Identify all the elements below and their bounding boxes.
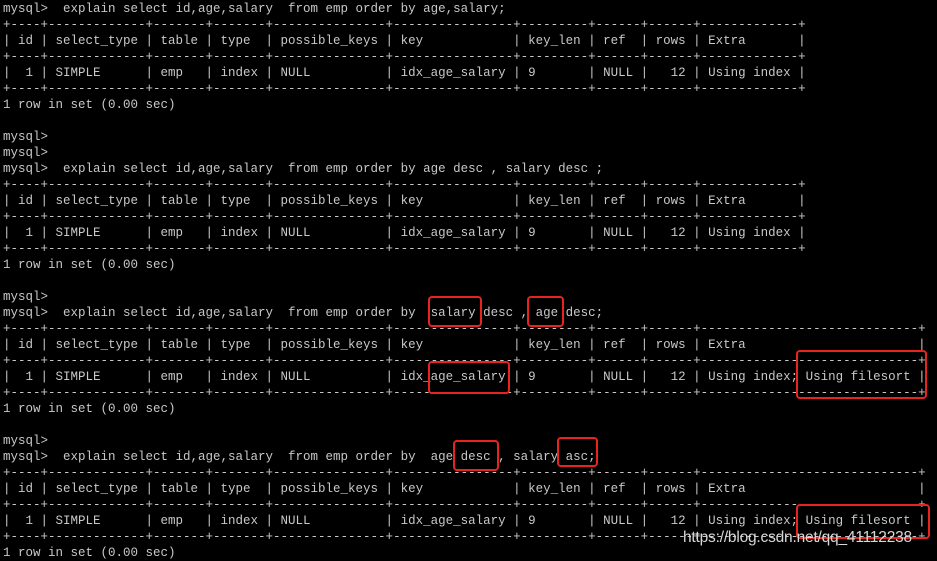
highlight-box-age xyxy=(527,296,564,327)
output-line: 1 row in set (0.00 sec) xyxy=(3,546,176,560)
terminal-output[interactable]: mysql> explain select id,age,salary from… xyxy=(3,1,926,561)
table-row: | 1 | SIMPLE | emp | index | NULL | idx_… xyxy=(3,66,806,80)
watermark: https://blog.csdn.net/qq_41112238 xyxy=(683,529,912,546)
table-row: | id | select_type | table | type | poss… xyxy=(3,34,806,48)
table-row: | 1 | SIMPLE | emp | index | NULL | idx_… xyxy=(3,226,806,240)
output-line: 1 row in set (0.00 sec) xyxy=(3,98,176,112)
prompt-line: mysql> explain select id,age,salary from… xyxy=(3,2,506,16)
table-border: +----+-------------+-------+-------+----… xyxy=(3,178,806,192)
prompt-line: mysql> xyxy=(3,146,49,160)
highlight-box-filesort-1 xyxy=(796,350,927,399)
table-row: | 1 | SIMPLE | emp | index | NULL | idx_… xyxy=(3,514,926,528)
table-border: +----+-------------+-------+-------+----… xyxy=(3,210,806,224)
table-row: | id | select_type | table | type | poss… xyxy=(3,482,926,496)
output-line: 1 row in set (0.00 sec) xyxy=(3,258,176,272)
table-row: | id | select_type | table | type | poss… xyxy=(3,194,806,208)
output-line: 1 row in set (0.00 sec) xyxy=(3,402,176,416)
table-border: +----+-------------+-------+-------+----… xyxy=(3,498,926,512)
table-row: | id | select_type | table | type | poss… xyxy=(3,338,926,352)
highlight-box-desc xyxy=(453,440,499,471)
table-border: +----+-------------+-------+-------+----… xyxy=(3,18,806,32)
prompt-line: mysql> xyxy=(3,130,49,144)
highlight-box-key xyxy=(428,361,510,394)
table-border: +----+-------------+-------+-------+----… xyxy=(3,82,806,96)
prompt-line: mysql> explain select id,age,salary from… xyxy=(3,162,604,176)
table-border: +----+-------------+-------+-------+----… xyxy=(3,50,806,64)
table-border: +----+-------------+-------+-------+----… xyxy=(3,242,806,256)
highlight-box-asc xyxy=(557,437,598,467)
highlight-box-salary xyxy=(428,296,482,327)
